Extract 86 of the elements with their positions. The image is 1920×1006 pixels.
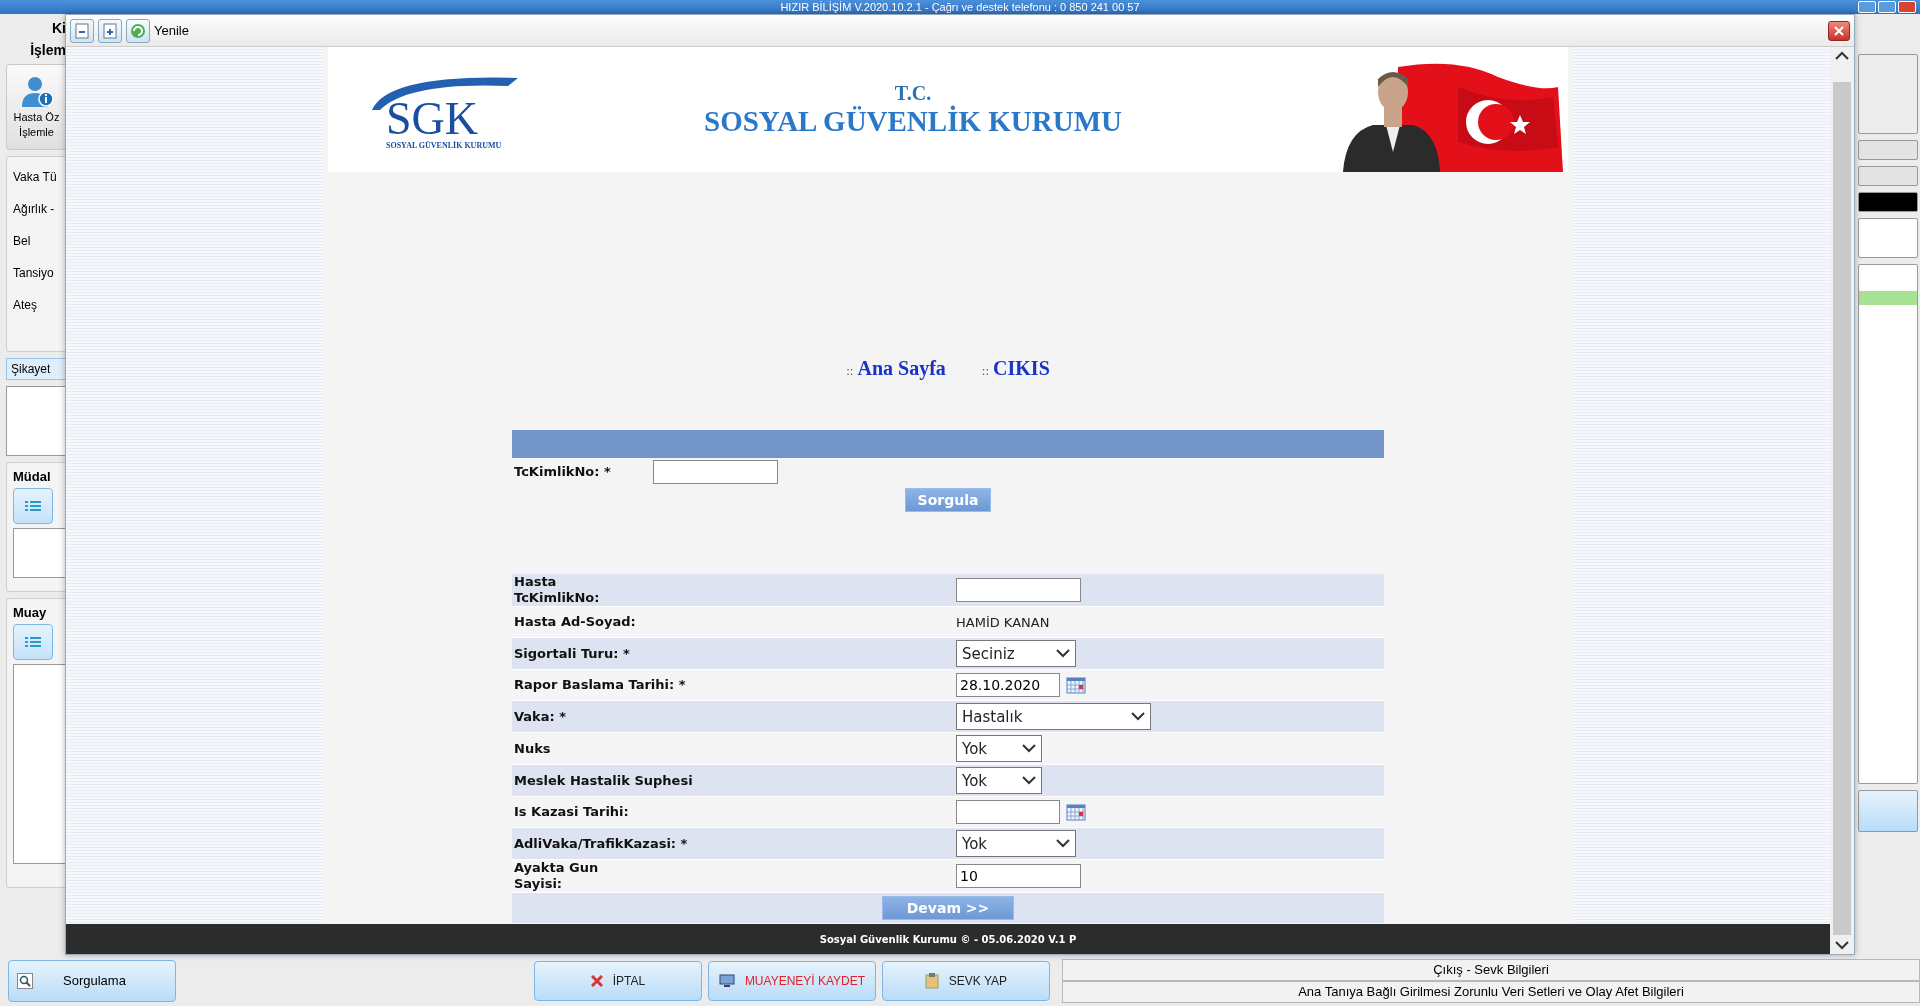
dropdown-field[interactable]: Seciniz xyxy=(956,640,1076,667)
calendar-icon[interactable] xyxy=(1066,803,1086,821)
field-label: Hasta TcKimlikNo: xyxy=(513,574,601,606)
monitor-icon xyxy=(718,973,735,988)
complaint-tab[interactable]: Şikayet xyxy=(6,358,66,380)
field-label: Hasta Ad-Soyad: xyxy=(513,614,637,630)
page-plus-icon xyxy=(103,22,117,39)
refresh-button[interactable] xyxy=(126,18,150,43)
chevron-down-icon[interactable] xyxy=(1056,839,1070,848)
action-button[interactable]: MUAYENEYİ KAYDET xyxy=(708,960,876,1001)
field-label: Tansiyo xyxy=(13,265,55,282)
list-button[interactable] xyxy=(13,624,53,660)
nav-link[interactable]: Ana Sayfa xyxy=(857,357,946,380)
text-area[interactable] xyxy=(6,386,66,456)
chevron-down-icon[interactable] xyxy=(1131,712,1145,721)
patient-tool-button[interactable]: Hasta Öz İşlemle xyxy=(6,64,66,150)
chevron-down-icon[interactable] xyxy=(1022,744,1036,753)
text-field[interactable] xyxy=(1858,218,1918,258)
chevron-down-icon[interactable] xyxy=(1022,776,1036,785)
nav-link[interactable]: CIKIS xyxy=(993,357,1050,380)
date-field[interactable]: 28.10.2020 xyxy=(956,673,1060,697)
info-row[interactable]: Çıkış - Sevk Bilgileri xyxy=(1062,958,1920,981)
tool-label: İşlemle xyxy=(19,126,54,139)
toolbar-label: Yenile xyxy=(154,23,190,38)
footer-text: Sosyal Güvenlik Kurumu © - 05.06.2020 V.1 P xyxy=(819,933,1077,945)
field-label: Nuks xyxy=(513,740,552,757)
zoom-out-button[interactable] xyxy=(70,18,94,43)
field-label: Meslek Hastalik Suphesi xyxy=(513,772,694,789)
logo-text: SGK xyxy=(386,96,479,141)
user-info-icon xyxy=(19,75,54,109)
header-bar xyxy=(1858,192,1918,212)
logo-subtext: SOSYAL GÜVENLİK KURUMU xyxy=(386,140,503,150)
field-label: AdliVaka/TrafikKazasi: * xyxy=(513,835,689,852)
minimize-button[interactable] xyxy=(1858,1,1876,13)
group-title: Muay xyxy=(13,605,48,620)
action-button[interactable]: SEVK YAP xyxy=(882,960,1050,1001)
header-subtitle: T.C. xyxy=(894,81,932,105)
zoom-in-button[interactable] xyxy=(98,18,122,43)
field-label: Ayakta Gun Sayisi: xyxy=(513,860,600,892)
chevron-down-icon[interactable] xyxy=(1056,649,1070,658)
list-button[interactable] xyxy=(13,488,53,524)
scroll-down-icon[interactable] xyxy=(1835,941,1849,950)
panel-button[interactable] xyxy=(1858,790,1918,832)
dropdown-field[interactable]: Yok xyxy=(956,767,1042,794)
scroll-up-icon[interactable] xyxy=(1835,51,1849,60)
calendar-icon[interactable] xyxy=(1066,676,1086,694)
refresh-icon xyxy=(130,22,146,39)
cross-icon xyxy=(590,974,603,987)
text-field[interactable] xyxy=(653,460,778,484)
link-separator: :: xyxy=(981,363,990,379)
panel-button[interactable] xyxy=(1858,54,1918,134)
action-button[interactable]: İPTAL xyxy=(534,960,702,1001)
header-title: SOSYAL GÜVENLİK KURUMU xyxy=(704,104,1122,138)
list-icon xyxy=(25,636,41,648)
field-label: Rapor Baslama Tarihi: * xyxy=(513,677,687,693)
field-value: HAMİD KANAN xyxy=(956,614,1050,630)
field-label: Ağırlık - xyxy=(13,201,56,218)
field-label: Sigortali Turu: * xyxy=(513,645,631,662)
search-icon xyxy=(17,972,33,989)
page-minus-icon xyxy=(75,22,89,39)
text-field[interactable]: 10 xyxy=(956,864,1081,888)
maximize-button[interactable] xyxy=(1878,1,1896,13)
app-title: HIZIR BİLİŞİM V.2020.10.2.1 - Çağrı ve destek telefonu : 0 850 241 00 57 xyxy=(780,1,1140,13)
field-label: Is Kazasi Tarihi: xyxy=(513,804,630,820)
close-icon xyxy=(1834,25,1844,36)
date-field[interactable] xyxy=(956,800,1060,824)
field-label: Vaka Tü xyxy=(13,169,58,186)
group-title: Müdal xyxy=(13,469,52,484)
field-label: Ateş xyxy=(13,297,38,314)
scrollbar[interactable] xyxy=(1830,47,1854,954)
link-separator: :: xyxy=(846,363,854,379)
dropdown-field[interactable]: Hastalık xyxy=(956,703,1151,730)
info-row[interactable]: Ana Tanıya Bağlı Girilmesi Zorunlu Veri Setleri ve Olay Afet Bilgileri xyxy=(1062,980,1920,1003)
clipboard-icon xyxy=(924,972,939,989)
text-field[interactable] xyxy=(956,578,1081,602)
dropdown-field[interactable]: Yok xyxy=(956,830,1076,857)
section-title: İşlem xyxy=(29,42,66,58)
list-icon xyxy=(25,500,41,512)
search-button[interactable]: Sorgulama xyxy=(8,959,176,1002)
section-title: Ki xyxy=(51,20,66,36)
field-label: Bel xyxy=(13,233,32,250)
field-label: TcKimlikNo: * xyxy=(513,464,612,480)
field-label: Vaka: * xyxy=(513,708,568,725)
close-button[interactable] xyxy=(1828,20,1850,41)
tool-label: Hasta Öz xyxy=(13,111,60,124)
dropdown-field[interactable]: Yok xyxy=(956,735,1042,762)
